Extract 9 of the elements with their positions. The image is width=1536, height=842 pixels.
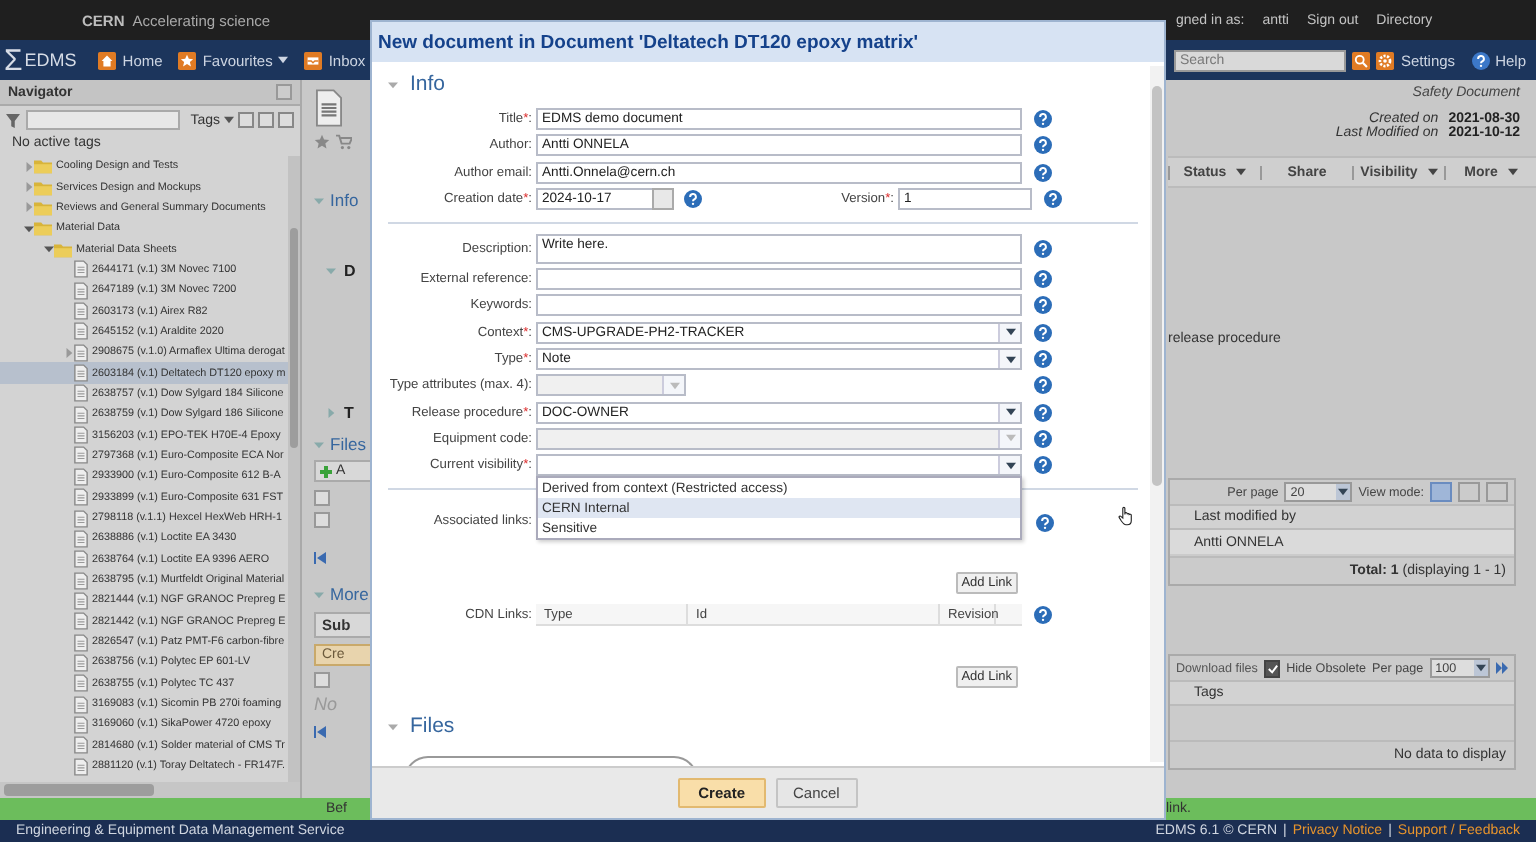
section-heading[interactable]: More xyxy=(314,584,372,604)
edms-logo[interactable]: Σ EDMS xyxy=(0,45,93,75)
section-heading[interactable]: Files xyxy=(314,434,372,454)
section-heading[interactable]: Info xyxy=(388,70,1150,98)
section-heading[interactable]: Info xyxy=(314,190,372,210)
dialog-title: New document in Document 'Deltatech DT120 epoxy matrix' xyxy=(372,22,1164,62)
subsection-heading[interactable]: D xyxy=(314,262,372,280)
section-heading[interactable]: Files xyxy=(388,712,1150,741)
subsection-heading[interactable]: T xyxy=(314,404,372,422)
